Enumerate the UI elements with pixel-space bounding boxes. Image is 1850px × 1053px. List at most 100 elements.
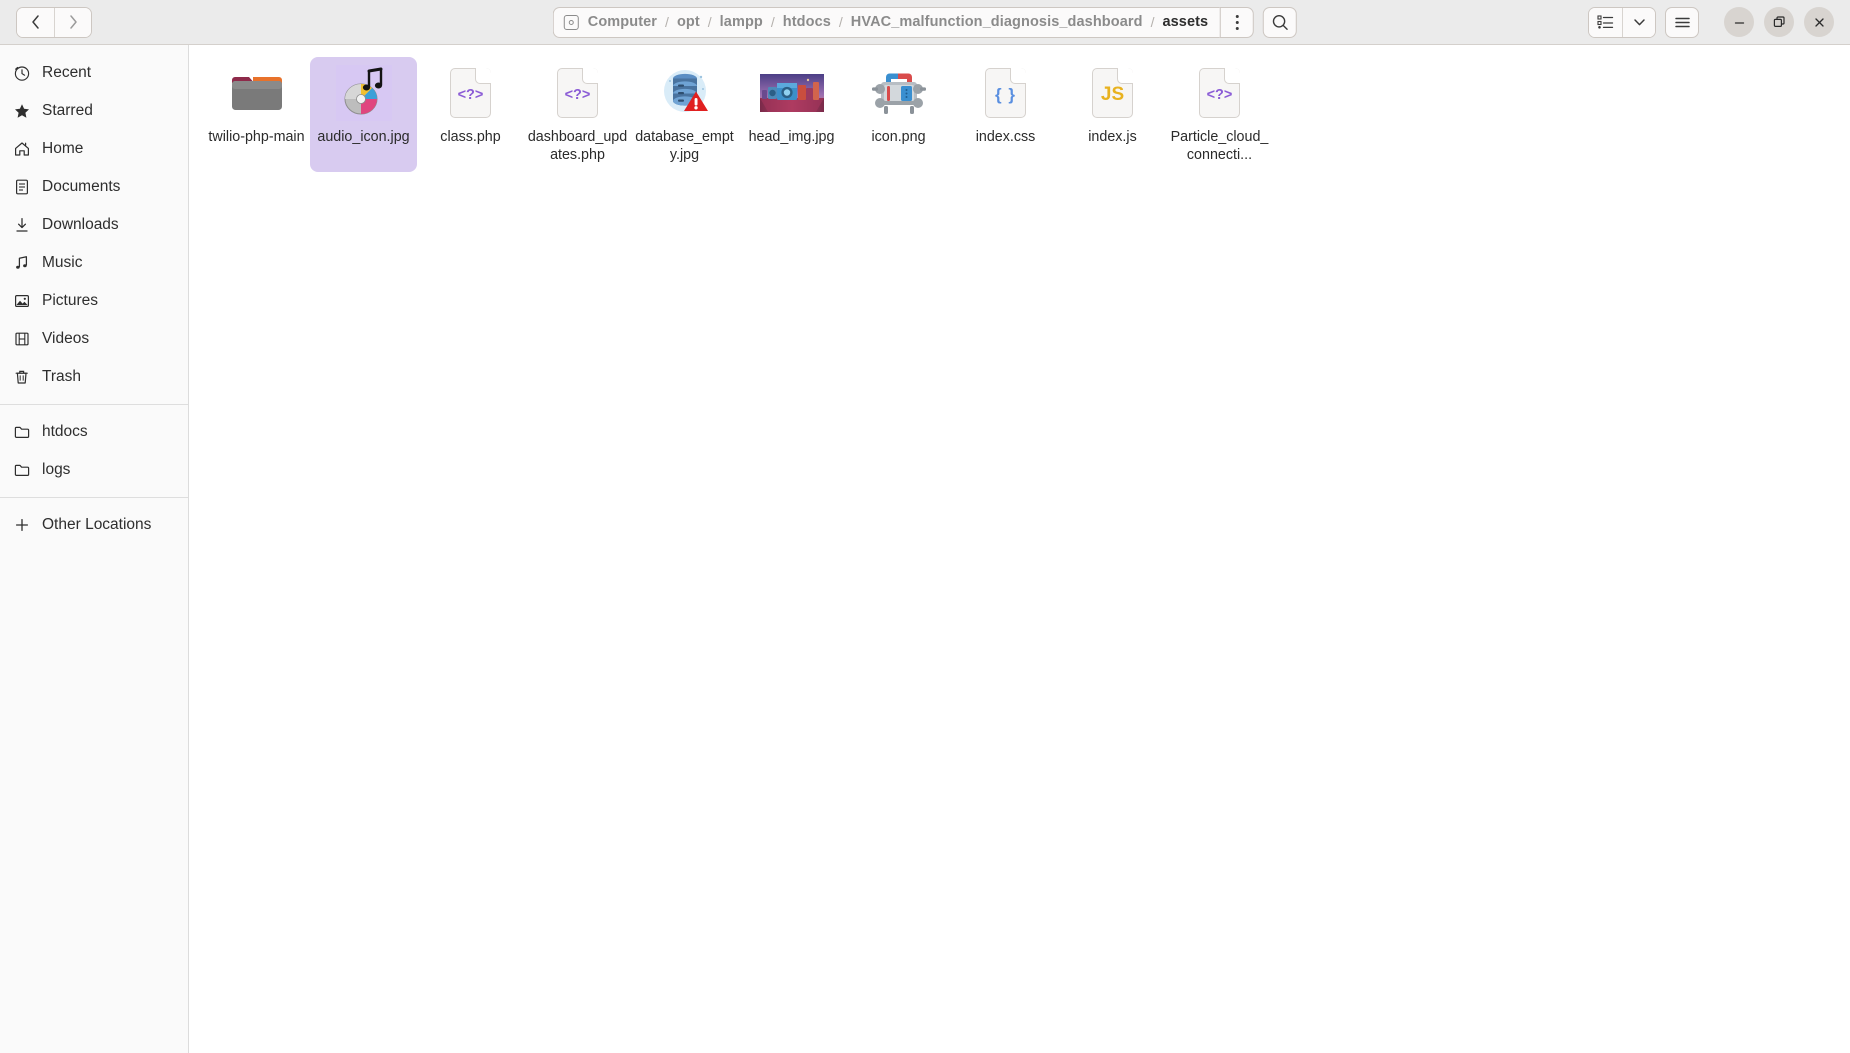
breadcrumb[interactable]: Computer / opt / lampp / htdocs / HVAC_m… bbox=[553, 7, 1220, 38]
sidebar-divider bbox=[0, 497, 188, 498]
breadcrumb-item-hvac-dashboard[interactable]: HVAC_malfunction_diagnosis_dashboard bbox=[851, 14, 1143, 30]
js-file-icon: JS bbox=[1079, 63, 1147, 123]
main-body: Recent Starred Home Documents Downloads bbox=[0, 45, 1850, 1053]
photo-image-thumbnail bbox=[758, 63, 826, 123]
breadcrumb-item-computer[interactable]: Computer bbox=[588, 14, 657, 30]
breadcrumb-separator: / bbox=[1151, 14, 1155, 30]
kebab-dot bbox=[1236, 21, 1239, 24]
back-button[interactable] bbox=[17, 8, 54, 37]
hamburger-icon bbox=[1673, 15, 1692, 30]
sidebar-item-label: Pictures bbox=[42, 292, 98, 310]
maximize-button[interactable] bbox=[1764, 7, 1794, 37]
search-button[interactable] bbox=[1263, 7, 1297, 38]
sidebar-item-htdocs[interactable]: htdocs bbox=[0, 413, 188, 451]
kebab-dot bbox=[1236, 27, 1239, 30]
star-icon bbox=[12, 102, 31, 121]
breadcrumb-separator: / bbox=[708, 14, 712, 30]
file-item[interactable]: icon.png bbox=[845, 57, 952, 172]
sidebar-item-logs[interactable]: logs bbox=[0, 451, 188, 489]
sidebar-item-label: Recent bbox=[42, 64, 91, 82]
sidebar-item-trash[interactable]: Trash bbox=[0, 358, 188, 396]
file-name: dashboard_updates.php bbox=[528, 129, 628, 164]
files-pane[interactable]: twilio-php-main bbox=[189, 45, 1850, 1053]
file-name: database_empty.jpg bbox=[635, 129, 735, 164]
database-image-thumbnail bbox=[651, 63, 719, 123]
file-item[interactable]: <?> dashboard_updates.php bbox=[524, 57, 631, 172]
php-file-icon: <?> bbox=[437, 63, 505, 123]
kebab-dot bbox=[1236, 15, 1239, 18]
sidebar-item-label: Downloads bbox=[42, 216, 119, 234]
sidebar-item-recent[interactable]: Recent bbox=[0, 54, 188, 92]
file-item[interactable]: audio_icon.jpg bbox=[310, 57, 417, 172]
list-view-icon bbox=[1597, 14, 1614, 30]
sidebar-item-downloads[interactable]: Downloads bbox=[0, 206, 188, 244]
file-item[interactable]: <?> Particle_cloud_connecti... bbox=[1166, 57, 1273, 172]
toolbar-right bbox=[1588, 7, 1840, 38]
sidebar-item-other-locations[interactable]: Other Locations bbox=[0, 506, 188, 544]
document-icon bbox=[12, 178, 31, 197]
file-name: class.php bbox=[440, 129, 500, 147]
file-grid: twilio-php-main bbox=[203, 57, 1850, 172]
php-file-icon: <?> bbox=[1186, 63, 1254, 123]
hvac-image-thumbnail bbox=[865, 63, 933, 123]
folder-icon bbox=[12, 461, 31, 480]
php-file-icon: <?> bbox=[544, 63, 612, 123]
close-button[interactable] bbox=[1804, 7, 1834, 37]
sidebar: Recent Starred Home Documents Downloads bbox=[0, 45, 189, 1053]
chevron-down-icon bbox=[1632, 16, 1647, 28]
music-note-icon bbox=[12, 254, 31, 273]
sidebar-item-label: Home bbox=[42, 140, 83, 158]
breadcrumb-item-lampp[interactable]: lampp bbox=[720, 14, 763, 30]
search-icon bbox=[1271, 13, 1290, 32]
forward-button[interactable] bbox=[54, 8, 91, 37]
sidebar-item-label: Starred bbox=[42, 102, 93, 120]
sidebar-item-home[interactable]: Home bbox=[0, 130, 188, 168]
file-item[interactable]: twilio-php-main bbox=[203, 57, 310, 172]
sidebar-item-label: Music bbox=[42, 254, 82, 272]
close-icon bbox=[1813, 16, 1826, 29]
breadcrumb-separator: / bbox=[665, 14, 669, 30]
plus-icon bbox=[12, 516, 31, 535]
sidebar-item-label: logs bbox=[42, 461, 70, 479]
sidebar-item-label: Other Locations bbox=[42, 516, 151, 534]
file-item[interactable]: database_empty.jpg bbox=[631, 57, 738, 172]
main-menu-button[interactable] bbox=[1665, 7, 1699, 38]
view-options-button[interactable] bbox=[1622, 8, 1655, 37]
sidebar-item-videos[interactable]: Videos bbox=[0, 320, 188, 358]
file-name: Particle_cloud_connecti... bbox=[1170, 129, 1270, 164]
file-item[interactable]: { } index.css bbox=[952, 57, 1059, 172]
breadcrumb-item-htdocs[interactable]: htdocs bbox=[783, 14, 831, 30]
file-item[interactable]: JS index.js bbox=[1059, 57, 1166, 172]
breadcrumb-item-opt[interactable]: opt bbox=[677, 14, 700, 30]
breadcrumb-separator: / bbox=[839, 14, 843, 30]
list-view-button[interactable] bbox=[1589, 8, 1622, 37]
path-options-button[interactable] bbox=[1220, 7, 1254, 38]
minimize-button[interactable] bbox=[1724, 7, 1754, 37]
sidebar-item-label: htdocs bbox=[42, 423, 88, 441]
window-controls bbox=[1724, 7, 1834, 37]
folder-icon bbox=[223, 63, 291, 123]
sidebar-divider bbox=[0, 404, 188, 405]
sidebar-item-pictures[interactable]: Pictures bbox=[0, 282, 188, 320]
file-item[interactable]: <?> class.php bbox=[417, 57, 524, 172]
view-controls bbox=[1588, 7, 1656, 38]
breadcrumb-item-assets[interactable]: assets bbox=[1162, 14, 1208, 30]
audio-image-thumbnail bbox=[330, 63, 398, 123]
film-icon bbox=[12, 330, 31, 349]
disk-icon bbox=[564, 15, 579, 30]
file-item[interactable]: head_img.jpg bbox=[738, 57, 845, 172]
sidebar-item-label: Documents bbox=[42, 178, 120, 196]
file-name: audio_icon.jpg bbox=[317, 129, 409, 147]
path-bar-container: Computer / opt / lampp / htdocs / HVAC_m… bbox=[553, 7, 1297, 38]
file-name: index.css bbox=[976, 129, 1036, 147]
css-file-icon: { } bbox=[972, 63, 1040, 123]
clock-icon bbox=[12, 64, 31, 83]
breadcrumb-separator: / bbox=[771, 14, 775, 30]
sidebar-item-starred[interactable]: Starred bbox=[0, 92, 188, 130]
minimize-icon bbox=[1733, 16, 1746, 29]
folder-icon bbox=[12, 423, 31, 442]
sidebar-item-label: Trash bbox=[42, 368, 81, 386]
file-name: head_img.jpg bbox=[749, 129, 835, 147]
sidebar-item-music[interactable]: Music bbox=[0, 244, 188, 282]
sidebar-item-documents[interactable]: Documents bbox=[0, 168, 188, 206]
